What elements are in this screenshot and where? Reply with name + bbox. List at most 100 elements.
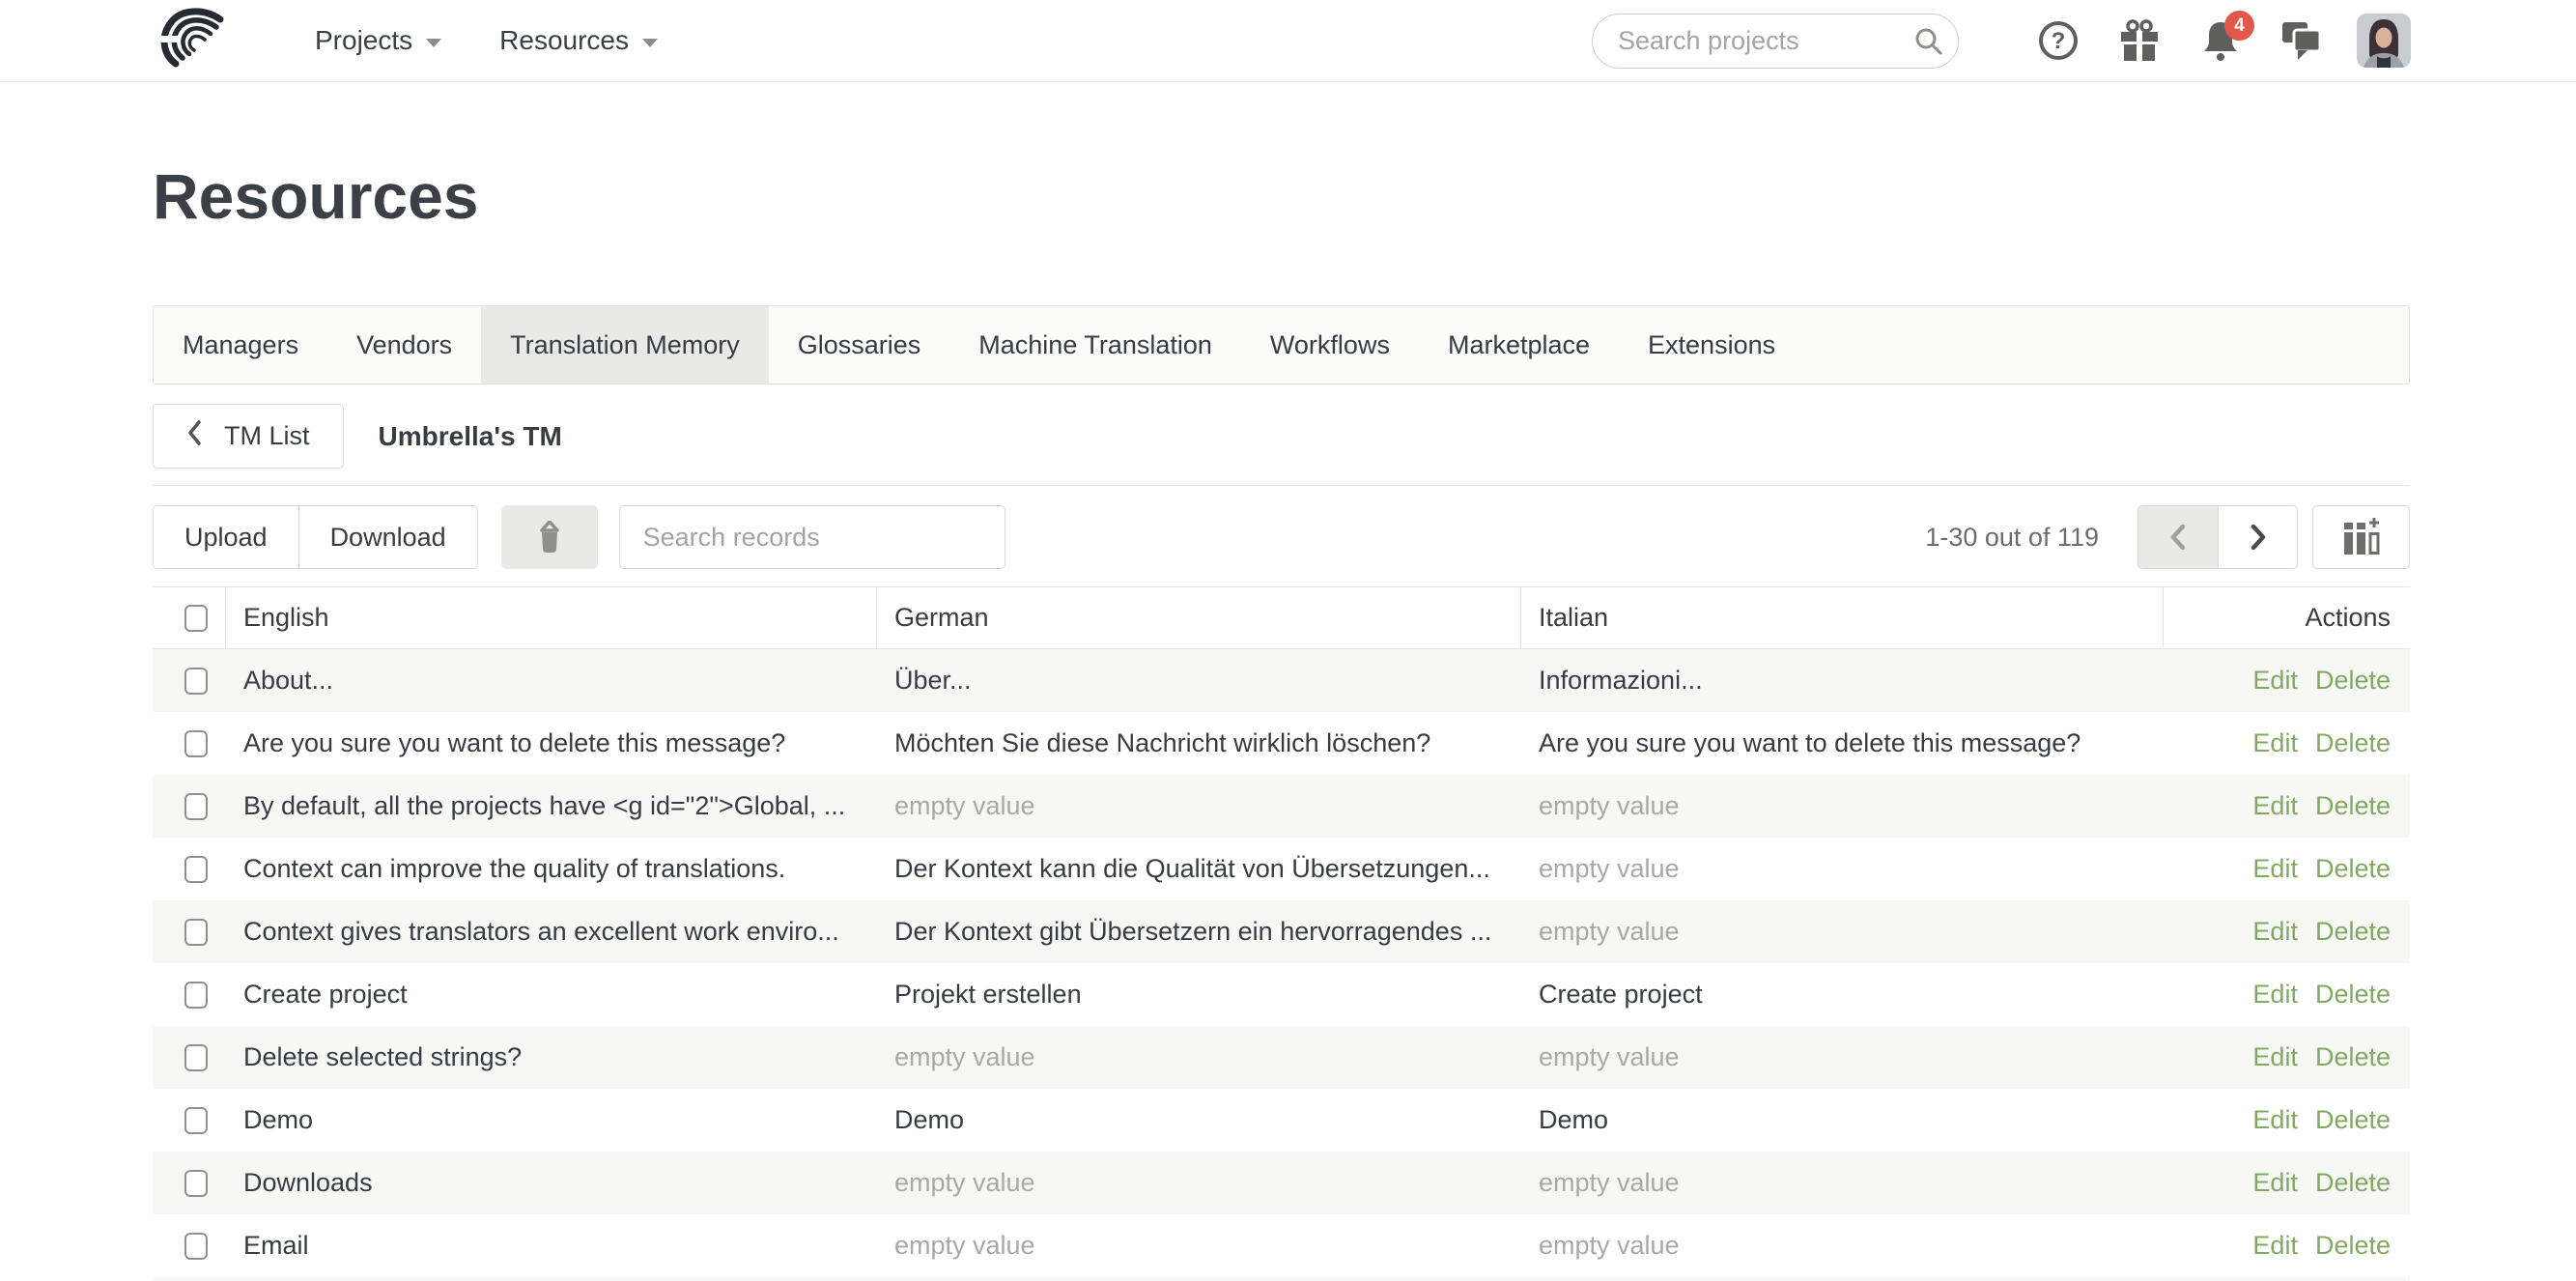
menu-projects[interactable]: Projects <box>286 0 470 82</box>
notification-badge: 4 <box>2224 11 2254 41</box>
delete-link[interactable]: Delete <box>2315 666 2391 696</box>
table-row: Context gives translators an excellent w… <box>153 900 2410 963</box>
delete-link[interactable]: Delete <box>2315 1042 2391 1072</box>
tab-translation-memory[interactable]: Translation Memory <box>481 306 769 384</box>
search-records-input[interactable] <box>619 505 1005 569</box>
delete-selected-button[interactable] <box>501 505 598 569</box>
toolbar-right: 1-30 out of 119 <box>1925 505 2410 569</box>
cell-english: Create project <box>243 980 408 1010</box>
cell-german: empty value <box>894 1168 1035 1198</box>
cell-english: Context can improve the quality of trans… <box>243 854 785 884</box>
manage-columns-button[interactable] <box>2312 505 2410 569</box>
edit-link[interactable]: Edit <box>2252 1168 2298 1198</box>
gift-icon <box>2118 18 2161 63</box>
delete-link[interactable]: Delete <box>2315 980 2391 1010</box>
delete-link[interactable]: Delete <box>2315 854 2391 884</box>
table-row: About... Über... Informazioni... Edit De… <box>153 649 2410 712</box>
header-english: English <box>226 587 877 648</box>
toolbar-left: Upload Download <box>153 505 1005 569</box>
edit-link[interactable]: Edit <box>2252 728 2298 758</box>
tab-managers[interactable]: Managers <box>154 306 327 384</box>
edit-link[interactable]: Edit <box>2252 666 2298 696</box>
cell-english: Downloads <box>243 1168 373 1198</box>
row-checkbox-cell <box>153 900 226 963</box>
tab-marketplace[interactable]: Marketplace <box>1419 306 1619 384</box>
header-german: German <box>877 587 1521 648</box>
edit-link[interactable]: Edit <box>2252 791 2298 821</box>
row-checkbox[interactable] <box>184 982 208 1009</box>
upload-button[interactable]: Upload <box>154 506 298 568</box>
cell-german: Möchten Sie diese Nachricht wirklich lös… <box>894 728 1430 758</box>
cell-italian: Create project <box>1539 980 1703 1010</box>
cell-italian: empty value <box>1539 1042 1680 1072</box>
row-checkbox[interactable] <box>184 730 208 757</box>
app-logo-icon[interactable] <box>153 6 232 75</box>
tab-workflows[interactable]: Workflows <box>1241 306 1419 384</box>
row-checkbox-cell <box>153 1214 226 1277</box>
cell-german: Demo <box>894 1105 964 1135</box>
cell-english: Demo <box>243 1105 313 1135</box>
edit-link[interactable]: Edit <box>2252 1105 2298 1135</box>
delete-link[interactable]: Delete <box>2315 728 2391 758</box>
row-checkbox[interactable] <box>184 1044 208 1071</box>
tab-vendors[interactable]: Vendors <box>327 306 481 384</box>
row-checkbox[interactable] <box>184 1107 208 1134</box>
header-checkbox-cell <box>153 587 226 648</box>
tm-records-table: English German Italian Actions About... … <box>153 586 2410 1281</box>
notifications-button[interactable]: 4 <box>2196 16 2245 65</box>
edit-link[interactable]: Edit <box>2252 980 2298 1010</box>
edit-link[interactable]: Edit <box>2252 1042 2298 1072</box>
header-actions: Actions <box>2164 587 2410 648</box>
delete-link[interactable]: Delete <box>2315 1231 2391 1261</box>
edit-link[interactable]: Edit <box>2252 1231 2298 1261</box>
row-checkbox[interactable] <box>184 1233 208 1260</box>
table-body: About... Über... Informazioni... Edit De… <box>153 649 2410 1277</box>
table-row: Demo Demo Demo Edit Delete <box>153 1089 2410 1152</box>
top-navbar: Projects Resources ? <box>0 0 2576 82</box>
help-button[interactable]: ? <box>2034 16 2082 65</box>
cell-italian: empty value <box>1539 1231 1680 1261</box>
row-checkbox-cell <box>153 775 226 838</box>
gift-button[interactable] <box>2115 16 2164 65</box>
user-avatar[interactable] <box>2357 14 2411 68</box>
row-checkbox[interactable] <box>184 856 208 883</box>
row-checkbox[interactable] <box>184 1170 208 1197</box>
cell-german: empty value <box>894 1231 1035 1261</box>
row-checkbox-cell <box>153 712 226 775</box>
table-row: Delete selected strings? empty value emp… <box>153 1026 2410 1089</box>
delete-link[interactable]: Delete <box>2315 791 2391 821</box>
next-page-button[interactable] <box>2218 506 2297 568</box>
resources-tab-bar: ManagersVendorsTranslation MemoryGlossar… <box>153 305 2410 384</box>
messages-button[interactable] <box>2278 16 2326 65</box>
table-row: Context can improve the quality of trans… <box>153 838 2410 900</box>
tab-machine-translation[interactable]: Machine Translation <box>949 306 1241 384</box>
main-menu: Projects Resources <box>286 0 687 82</box>
columns-icon <box>2339 516 2384 558</box>
table-row: Are you sure you want to delete this mes… <box>153 712 2410 775</box>
delete-link[interactable]: Delete <box>2315 917 2391 947</box>
row-checkbox[interactable] <box>184 668 208 695</box>
projects-search <box>1592 14 1959 69</box>
select-all-checkbox[interactable] <box>184 605 208 632</box>
row-checkbox[interactable] <box>184 919 208 946</box>
delete-link[interactable]: Delete <box>2315 1168 2391 1198</box>
tab-glossaries[interactable]: Glossaries <box>769 306 950 384</box>
menu-resources[interactable]: Resources <box>470 0 687 82</box>
download-button[interactable]: Download <box>298 506 477 568</box>
cell-english: By default, all the projects have <g id=… <box>243 791 845 821</box>
search-projects-input[interactable] <box>1592 14 1959 69</box>
tab-extensions[interactable]: Extensions <box>1619 306 1804 384</box>
edit-link[interactable]: Edit <box>2252 917 2298 947</box>
row-checkbox-cell <box>153 963 226 1026</box>
cell-german: Der Kontext kann die Qualität von Überse… <box>894 854 1490 884</box>
edit-link[interactable]: Edit <box>2252 854 2298 884</box>
cell-german: empty value <box>894 791 1035 821</box>
prev-page-button[interactable] <box>2138 506 2218 568</box>
delete-link[interactable]: Delete <box>2315 1105 2391 1135</box>
back-to-tm-list-button[interactable]: TM List <box>153 404 344 469</box>
header-italian: Italian <box>1521 587 2164 648</box>
row-checkbox[interactable] <box>184 793 208 820</box>
help-circle-icon: ? <box>2037 19 2080 62</box>
table-header-row: English German Italian Actions <box>153 586 2410 649</box>
cell-italian: empty value <box>1539 854 1680 884</box>
